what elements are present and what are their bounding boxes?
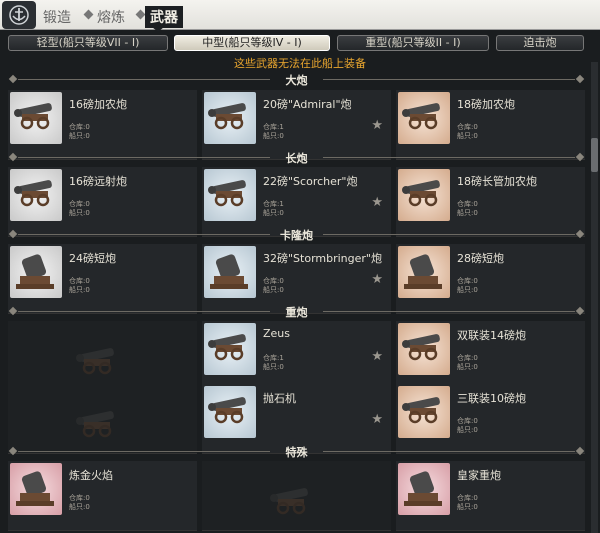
- cannon-silhouette-icon: [68, 400, 128, 444]
- section-header: 特殊: [8, 444, 585, 459]
- cannon-icon: [204, 92, 256, 144]
- ship-count: 0: [473, 426, 478, 434]
- weapon-name: 16磅加农炮: [69, 98, 127, 111]
- favorite-star-icon[interactable]: ★: [371, 349, 383, 364]
- cannon-icon: [10, 92, 62, 144]
- tab-weapons[interactable]: 武器: [145, 6, 183, 28]
- ship-count: 0: [85, 132, 90, 140]
- weapon-name: 抛石机: [263, 392, 296, 405]
- storage-count: 1: [279, 354, 284, 362]
- section-header: 重炮: [8, 304, 585, 319]
- weapon-name: 28磅短炮: [457, 252, 504, 265]
- section-title: 卡隆炮: [280, 229, 313, 242]
- weapon-name: Zeus: [263, 327, 291, 340]
- section-title: 特殊: [285, 446, 308, 459]
- weapon-name: 32磅"Stormbringer"炮: [263, 252, 382, 265]
- weapon-name: 18磅长管加农炮: [457, 175, 537, 188]
- storage-count: 0: [473, 277, 478, 285]
- top-nav-bar: 锻造 熔炼 武器: [0, 0, 600, 30]
- cannon-icon: [398, 463, 450, 515]
- scrollbar-thumb[interactable]: [591, 138, 598, 172]
- tab-smelt[interactable]: 熔炼: [97, 7, 125, 27]
- weapon-name: 18磅加农炮: [457, 98, 515, 111]
- cannon-silhouette-icon: [68, 337, 128, 381]
- weapon-name: 24磅短炮: [69, 252, 116, 265]
- subtab-mortar[interactable]: 迫击炮: [496, 35, 584, 51]
- favorite-star-icon[interactable]: ★: [371, 118, 383, 133]
- cannon-icon: [398, 323, 450, 375]
- section-title: 重炮: [285, 306, 308, 319]
- ship-count: 0: [279, 286, 284, 294]
- ship-count: 0: [85, 503, 90, 511]
- ship-count: 0: [85, 209, 90, 217]
- storage-count: 0: [473, 354, 478, 362]
- weapon-name: 皇家重炮: [457, 469, 501, 482]
- weapon-name: 20磅"Admiral"炮: [263, 98, 352, 111]
- anchor-logo-icon: [2, 1, 36, 29]
- section-title: 长炮: [285, 152, 308, 165]
- equip-warning: 这些武器无法在此船上装备: [234, 57, 366, 70]
- subtab-medium[interactable]: 中型(船只等级IV - I): [174, 35, 330, 51]
- cannon-icon: [398, 386, 450, 438]
- section-header: 大炮: [8, 72, 585, 87]
- subtab-light[interactable]: 轻型(船只等级VII - I): [8, 35, 168, 51]
- active-tab-caret-icon: [152, 27, 164, 32]
- section-title: 大炮: [285, 74, 308, 87]
- cannon-icon: [398, 92, 450, 144]
- weapon-name: 炼金火焰: [69, 469, 113, 482]
- storage-count: 1: [279, 123, 284, 131]
- ship-count: 0: [473, 503, 478, 511]
- section-header: 长炮: [8, 150, 585, 165]
- ship-count: 0: [279, 363, 284, 371]
- ship-count: 0: [279, 209, 284, 217]
- nav-separator-icon: [135, 9, 146, 20]
- empty-weapon-slot: [8, 321, 197, 391]
- favorite-star-icon[interactable]: ★: [371, 195, 383, 210]
- ship-count: 0: [473, 132, 478, 140]
- weapon-card[interactable]: 炼金火焰 仓库:0 船只:0: [8, 461, 197, 531]
- cannon-icon: [204, 386, 256, 438]
- storage-count: 1: [279, 200, 284, 208]
- scrollbar-track[interactable]: [591, 62, 598, 533]
- empty-weapon-slot: [202, 461, 391, 531]
- cannon-icon: [10, 169, 62, 221]
- storage-count: 0: [473, 494, 478, 502]
- weapon-name: 16磅远射炮: [69, 175, 127, 188]
- section-header: 卡隆炮: [8, 227, 585, 242]
- weapon-card[interactable]: 皇家重炮 仓库:0 船只:0: [396, 461, 585, 531]
- weapon-name: 三联装10磅炮: [457, 392, 526, 405]
- weapon-card[interactable]: 双联装14磅炮 仓库:0 船只:0: [396, 321, 585, 391]
- storage-count: 0: [85, 123, 90, 131]
- cannon-icon: [204, 323, 256, 375]
- storage-count: 0: [473, 123, 478, 131]
- nav-separator-icon: [83, 9, 94, 20]
- subtab-heavy[interactable]: 重型(船只等级II - I): [337, 35, 489, 51]
- cannon-silhouette-icon: [262, 477, 322, 521]
- storage-count: 0: [85, 494, 90, 502]
- carronade-icon: [204, 246, 256, 298]
- ship-count: 0: [85, 286, 90, 294]
- carronade-icon: [10, 246, 62, 298]
- ship-count: 0: [473, 286, 478, 294]
- weapon-card[interactable]: Zeus 仓库:1 船只:0 ★: [202, 321, 391, 391]
- cannon-icon: [398, 169, 450, 221]
- cannon-icon: [10, 463, 62, 515]
- storage-count: 0: [473, 200, 478, 208]
- ship-count: 0: [279, 132, 284, 140]
- storage-count: 0: [279, 277, 284, 285]
- cannon-icon: [204, 169, 256, 221]
- weapon-name: 双联装14磅炮: [457, 329, 526, 342]
- favorite-star-icon[interactable]: ★: [371, 412, 383, 427]
- favorite-star-icon[interactable]: ★: [371, 272, 383, 287]
- carronade-icon: [398, 246, 450, 298]
- ship-count: 0: [473, 209, 478, 217]
- storage-count: 0: [85, 200, 90, 208]
- storage-count: 0: [85, 277, 90, 285]
- storage-count: 0: [473, 417, 478, 425]
- tab-forge[interactable]: 锻造: [43, 7, 71, 27]
- weapon-name: 22磅"Scorcher"炮: [263, 175, 358, 188]
- ship-count: 0: [473, 363, 478, 371]
